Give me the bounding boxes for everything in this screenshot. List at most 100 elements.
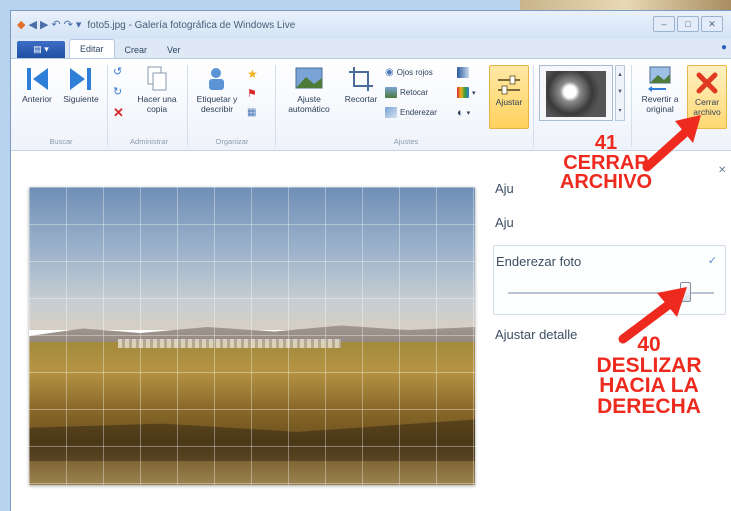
annotation-slide-line2: HACIA LA [599, 374, 699, 398]
color-icon [457, 87, 469, 98]
next-icon [70, 68, 91, 90]
ribbon-tab-bar: ▤ ▾ Editar Crear Ver ● [11, 39, 731, 59]
adjust-button-content: Ajustar [490, 74, 528, 108]
auto-adjust-button[interactable]: Ajuste automático [279, 65, 339, 115]
previous-icon [27, 68, 48, 90]
effects-gallery[interactable] [539, 65, 613, 121]
group-label-administrar: Administrar [130, 137, 168, 146]
bw-dropdown-icon: ▾ [466, 110, 471, 117]
scroll-down-icon[interactable]: ▼ [617, 89, 623, 95]
close-file-label-line1: Cerrar [694, 97, 720, 107]
star-icon: ★ [247, 67, 258, 81]
copy-button[interactable]: Hacer una copia [133, 65, 181, 115]
customize-qat-icon[interactable]: ▾ [76, 19, 82, 31]
retouch-button[interactable]: Retocar [385, 87, 428, 98]
adjust-detail-item[interactable]: Ajustar detalle [495, 327, 577, 342]
color-button[interactable]: ▾ [457, 87, 476, 98]
panel-close-icon[interactable]: ✕ [718, 165, 726, 176]
annotation-arrow-slide [618, 287, 687, 344]
file-menu-button[interactable]: ▤ ▾ [17, 41, 65, 58]
crop-label: Recortar [344, 94, 378, 104]
flag-icon: ⚑ [247, 88, 257, 100]
tab-crear[interactable]: Crear [115, 41, 158, 58]
effect-thumbnail[interactable] [546, 71, 606, 117]
quick-access-toolbar: ◆ ◀ ▶ ↶ ↷ ▾ [17, 18, 82, 31]
adjust-button[interactable]: Ajustar [489, 65, 529, 129]
tab-editar[interactable]: Editar [69, 39, 115, 58]
adjust-button-label: Ajustar [495, 97, 523, 107]
black-white-button[interactable]: ◐ ▾ [457, 107, 470, 119]
help-icon[interactable]: ● [721, 42, 727, 53]
sliders-icon [498, 75, 520, 95]
ribbon-separator [107, 65, 108, 147]
close-x-icon [696, 72, 718, 94]
properties-icon: ▦ [247, 107, 257, 118]
close-window-button[interactable]: ✕ [701, 16, 723, 32]
tag-label-line1: Etiquetar y [196, 94, 238, 104]
redo-icon[interactable]: ↷ [64, 19, 73, 31]
crop-icon [349, 67, 373, 91]
delete-button[interactable]: ✕ [113, 105, 124, 121]
gallery-scroll[interactable]: ▲ ▼ ▾ [615, 65, 625, 121]
app-icon: ◆ [17, 18, 26, 31]
rate-button[interactable]: ★ [247, 67, 258, 81]
revert-icon [648, 66, 671, 92]
exposure-icon [457, 67, 469, 78]
group-label-ajustes: Ajustes [393, 137, 419, 146]
window-title: foto5.jpg - Galería fotográfica de Windo… [87, 19, 296, 31]
scroll-up-icon[interactable]: ▲ [617, 72, 623, 78]
tag-label-line2: describir [200, 103, 234, 114]
tab-ver[interactable]: Ver [157, 41, 191, 58]
annotation-slide-line1: DESLIZAR [596, 353, 702, 377]
app-window: ◆ ◀ ▶ ↶ ↷ ▾ foto5.jpg - Galería fotográf… [10, 10, 731, 511]
siguiente-label: Siguiente [63, 94, 99, 104]
menu-icon: ▤ ▾ [33, 44, 49, 54]
auto-adjust-label-line1: Ajuste [297, 94, 321, 104]
red-eye-button[interactable]: ◉ Ojos rojos [385, 67, 433, 78]
rotate-left-icon: ↺ [113, 66, 123, 78]
forward-icon[interactable]: ▶ [40, 19, 48, 31]
straighten-label: Enderezar [400, 108, 437, 117]
panel-item-2[interactable]: Aju [495, 215, 514, 230]
eye-icon: ◉ [385, 67, 394, 78]
back-icon[interactable]: ◀ [28, 19, 36, 31]
siguiente-button[interactable]: Siguiente [59, 65, 103, 105]
undo-icon[interactable]: ↶ [51, 19, 60, 31]
auto-adjust-icon [295, 67, 323, 89]
gallery-expand-icon[interactable]: ▾ [618, 107, 621, 114]
ribbon-separator [275, 65, 276, 147]
properties-button[interactable]: ▦ [247, 107, 256, 118]
group-label-buscar: Buscar [49, 137, 73, 146]
straighten-icon [385, 107, 397, 118]
flag-button[interactable]: ⚑ [247, 87, 257, 100]
rotate-right-icon: ↻ [113, 86, 123, 98]
red-eye-label: Ojos rojos [396, 68, 433, 77]
rotate-right-button[interactable]: ↻ [113, 85, 122, 98]
straighten-grid-overlay [29, 187, 475, 485]
title-bar: ◆ ◀ ▶ ↶ ↷ ▾ foto5.jpg - Galería fotográf… [11, 11, 731, 39]
group-label-organizar: Organizar [215, 137, 249, 146]
maximize-button[interactable]: □ [677, 16, 699, 32]
straighten-button[interactable]: Enderezar [385, 107, 437, 118]
crop-button[interactable]: Recortar [341, 65, 381, 105]
delete-icon: ✕ [113, 105, 124, 120]
window-controls: – □ ✕ [653, 16, 723, 32]
tag-describe-button[interactable]: Etiquetar y describir [191, 65, 243, 115]
checkmark-icon: ✓ [707, 255, 717, 267]
ribbon-separator [187, 65, 188, 147]
copy-label-line2: copia [146, 103, 168, 114]
rotate-left-button[interactable]: ↺ [113, 65, 122, 78]
photo-canvas[interactable] [29, 187, 475, 485]
exposure-button[interactable] [457, 67, 469, 78]
revert-label-line1: Revertir a [641, 94, 679, 104]
auto-adjust-label-line2: automático [288, 103, 330, 114]
panel-item-1[interactable]: Aju [495, 181, 514, 196]
retouch-icon [385, 87, 397, 98]
minimize-button[interactable]: – [653, 16, 675, 32]
color-dropdown-icon: ▾ [472, 89, 476, 97]
straighten-photo-label: Enderezar foto [496, 254, 582, 269]
anterior-button[interactable]: Anterior [17, 65, 57, 105]
anterior-label: Anterior [22, 94, 52, 104]
copy-icon [147, 66, 167, 91]
copy-label-line1: Hacer una [137, 94, 177, 104]
